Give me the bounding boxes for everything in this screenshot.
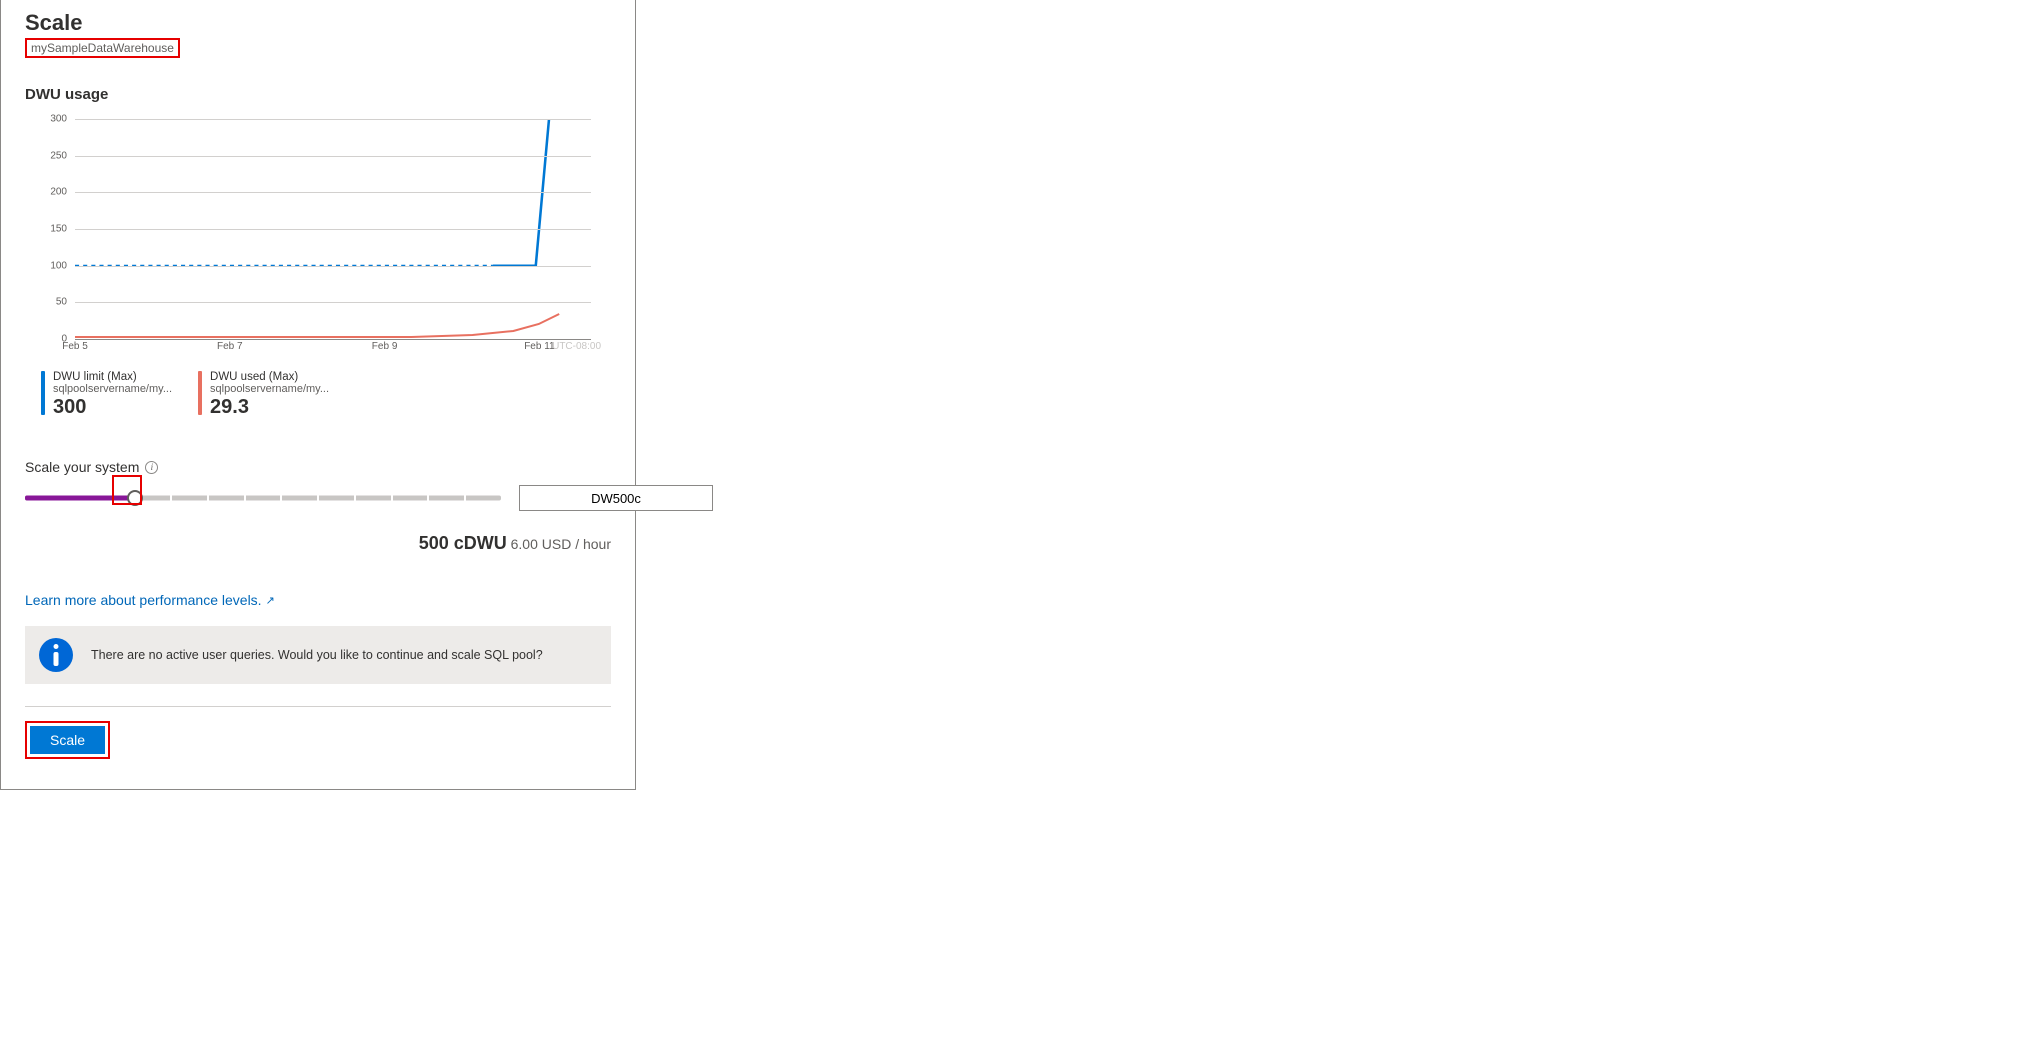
footer-separator bbox=[25, 706, 611, 707]
subtitle-highlight: mySampleDataWarehouse bbox=[25, 38, 180, 58]
slider-thumb[interactable] bbox=[127, 490, 143, 506]
scale-button-highlight: Scale bbox=[25, 721, 110, 759]
info-icon bbox=[39, 638, 73, 672]
chart-legend: DWU limit (Max) sqlpoolservername/my... … bbox=[41, 371, 611, 419]
info-banner: There are no active user queries. Would … bbox=[25, 626, 611, 684]
legend-color-bar bbox=[198, 371, 202, 415]
chart-timezone: UTC-08:00 bbox=[552, 341, 601, 352]
external-link-icon: ↗ bbox=[266, 594, 275, 607]
dwu-usage-chart: 300250200150100500 UTC-08:00 Feb 5Feb 7F… bbox=[41, 119, 601, 357]
info-icon[interactable]: i bbox=[145, 461, 158, 474]
dwu-slider[interactable] bbox=[25, 488, 501, 508]
dwu-value-input[interactable] bbox=[519, 485, 713, 511]
dwu-usage-title: DWU usage bbox=[25, 86, 611, 103]
scale-slider-label: Scale your system i bbox=[25, 459, 611, 475]
legend-color-bar bbox=[41, 371, 45, 415]
learn-more-link[interactable]: Learn more about performance levels. ↗ bbox=[25, 592, 275, 608]
scale-button[interactable]: Scale bbox=[30, 726, 105, 754]
panel-header: Scale mySampleDataWarehouse bbox=[25, 0, 611, 58]
resource-name: mySampleDataWarehouse bbox=[31, 41, 174, 55]
page-title: Scale bbox=[25, 10, 611, 36]
legend-dwu-used: DWU used (Max) sqlpoolservername/my... 2… bbox=[198, 371, 329, 419]
scale-panel: Scale mySampleDataWarehouse DWU usage 30… bbox=[0, 0, 636, 790]
legend-dwu-limit: DWU limit (Max) sqlpoolservername/my... … bbox=[41, 371, 172, 419]
price-display: 500 cDWU 6.00 USD / hour bbox=[25, 533, 611, 554]
